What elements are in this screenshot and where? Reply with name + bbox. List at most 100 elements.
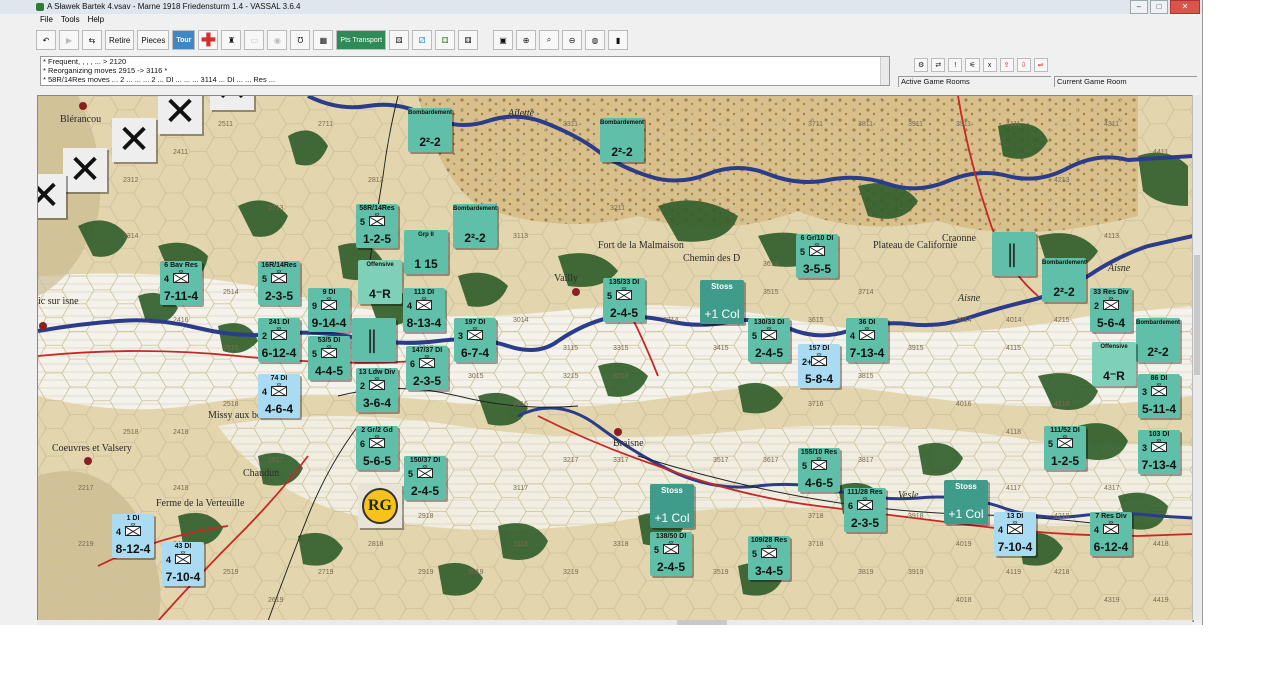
unit-name: 113 DI	[413, 289, 435, 296]
step-forward-button[interactable]: ▶	[59, 30, 79, 50]
game-map[interactable]: 2511 2411 2312 2711 2813 3311 2713 3 113 …	[37, 95, 1194, 622]
unit-counter[interactable]: 109/28 Res xx 5 3-4-5	[748, 536, 790, 580]
casualties-button[interactable]: ✚	[198, 30, 219, 50]
tour-button[interactable]: Tour	[172, 30, 196, 50]
download-button[interactable]: ⇩	[1016, 58, 1031, 72]
unit-counter[interactable]: 135/33 DI xx 5 2-4-5	[603, 278, 645, 322]
air-group-marker[interactable]: Grp II 1 15	[404, 230, 448, 274]
dice-grey-button[interactable]: ⚅	[458, 30, 479, 50]
bombardment-marker[interactable]: Bombardement 2²-2	[408, 108, 452, 152]
unit-stats: 5-6-4	[1096, 316, 1125, 330]
stoss-marker[interactable]: Stoss +1 Col	[650, 484, 694, 528]
connect-button[interactable]: ⚙	[914, 58, 929, 72]
unit-counter[interactable]: 33 Res Div xx 2 5-6-4	[1090, 288, 1132, 332]
unit-counter[interactable]: 6 Bav Res xx 4 7-11-4	[160, 261, 202, 305]
sync-button[interactable]: ⇄	[931, 58, 946, 72]
disabled-circle-button[interactable]: ◉	[267, 30, 288, 50]
chat-scrollbar[interactable]	[880, 57, 889, 85]
bombardment-marker[interactable]: Bombardement 2²-2	[453, 204, 497, 248]
flip-arrows-button[interactable]: ⇆	[82, 30, 102, 50]
magnet-button[interactable]: Ʊ	[290, 30, 311, 50]
bombardment-marker[interactable]: Bombardement 2²-2	[1042, 258, 1086, 302]
upload-button[interactable]: ⇪	[999, 58, 1014, 72]
town-dot	[572, 288, 580, 296]
unit-counter[interactable]: 111/28 Res xx 6 2-3-5	[844, 488, 886, 532]
pieces-button[interactable]: Pieces	[137, 30, 170, 50]
unit-counter[interactable]: 241 DI xx 2 6-12-4	[258, 318, 300, 362]
unit-counter[interactable]: 43 DI xx 4 7-10-4	[162, 542, 204, 586]
unit-counter[interactable]: 197 DI xx 3 6-7-4	[454, 318, 496, 362]
eliminated-marker[interactable]: ✕	[63, 148, 107, 192]
alert-button[interactable]: !	[948, 58, 963, 72]
unit-counter[interactable]: 138/50 DI xx 5 2-4-5	[650, 532, 692, 576]
unit-counter[interactable]: 1 DI xx 4 8-12-4	[112, 514, 154, 558]
filter-button[interactable]: ⚟	[965, 58, 980, 72]
unit-counter[interactable]: 13 DI xx 4 7-10-4	[994, 512, 1036, 556]
chat-log[interactable]: * Frequent, , , , ... > 2120 * Reorganiz…	[40, 56, 890, 86]
unit-counter[interactable]: 113 DI xx 4 8-13-4	[403, 288, 445, 332]
unit-counter[interactable]: 13 Ldw Div xx 2 3-6-4	[356, 368, 398, 412]
unit-counter[interactable]: 16R/14Res xx 5 2-3-5	[258, 261, 300, 305]
change-room-button[interactable]: ⇌	[1033, 58, 1048, 72]
unit-counter[interactable]: 7 Res Div xx 4 6-12-4	[1090, 512, 1132, 556]
dice-white-button[interactable]: ⚄	[389, 30, 410, 50]
close-button[interactable]: ✕	[1170, 0, 1200, 14]
unit-counter[interactable]: 9 DI xx 9 9-14-4	[308, 288, 350, 332]
active-game-rooms-label[interactable]: Active Game Rooms	[898, 76, 1051, 87]
zoom-out-button[interactable]: ⊖	[562, 30, 583, 50]
stoss-marker[interactable]: Stoss +1 Col	[700, 280, 744, 324]
kick-button[interactable]: x	[982, 58, 997, 72]
current-game-room-label[interactable]: Current Game Room	[1054, 76, 1197, 87]
bombardment-marker[interactable]: Bombardement 2²-2	[1136, 318, 1180, 362]
unit-counter[interactable]: 130/33 DI xx 5 2-4-5	[748, 318, 790, 362]
minimize-button[interactable]: –	[1130, 0, 1148, 14]
scroll-thumb[interactable]	[1194, 255, 1200, 375]
eliminated-marker[interactable]: ✕	[158, 96, 202, 134]
scroll-thumb[interactable]	[677, 620, 727, 625]
menu-help[interactable]: Help	[88, 14, 104, 26]
offensive-marker[interactable]: Offensive 4⁻R	[358, 260, 402, 304]
bombardment-marker[interactable]: Bombardement 2²-2	[600, 118, 644, 162]
unit-counter[interactable]: 155/10 Res xx 5 4-6-5	[798, 448, 840, 492]
unit-counter[interactable]: 157 DI xx 2+ 5-8-4	[798, 344, 840, 388]
dice-green-button[interactable]: ⚃	[435, 30, 456, 50]
unit-counter[interactable]: 53/5 DI xx 5 4-4-5	[308, 336, 350, 380]
eliminated-marker[interactable]: ✕	[38, 174, 66, 218]
hq-marker[interactable]: ∥	[992, 232, 1036, 276]
eliminated-marker[interactable]: ✕	[210, 96, 254, 110]
hq-marker[interactable]: ∥	[352, 318, 396, 362]
map-overlay-button[interactable]: ▦	[313, 30, 334, 50]
counter-info-button[interactable]: ▮	[608, 30, 629, 50]
unit-counter[interactable]: 2 Gr/2 Gd xx 6 5-6-5	[356, 426, 398, 470]
undo-button[interactable]: ↶	[36, 30, 56, 50]
screenshot-button[interactable]: ▣	[493, 30, 514, 50]
unit-counter[interactable]: 58R/14Res xx 5 1-2-5	[356, 204, 398, 248]
unit-counter[interactable]: 150/37 DI xx 5 2-4-5	[404, 456, 446, 500]
maximize-button[interactable]: □	[1150, 0, 1168, 14]
retire-button[interactable]: Retire	[105, 30, 135, 50]
unit-counter[interactable]: 6 Gr/10 DI xx 5 3-5-5	[796, 234, 838, 278]
zoom-in-button[interactable]: ⊕	[516, 30, 537, 50]
hex-number: 2219	[78, 541, 94, 548]
unit-counter[interactable]: 36 DI xx 4 7-13-4	[846, 318, 888, 362]
overview-button[interactable]: ◍	[585, 30, 606, 50]
stoss-marker[interactable]: Stoss +1 Col	[944, 480, 988, 524]
hex-number: 3216	[613, 373, 629, 380]
map-horizontal-scrollbar[interactable]	[37, 620, 1192, 625]
disabled-tool-button[interactable]: ▭	[244, 30, 265, 50]
unit-counter[interactable]: 86 DI xx 3 5-11-4	[1138, 374, 1180, 418]
unit-counter[interactable]: 111/52 DI xx 5 1-2-5	[1044, 426, 1086, 470]
rg-marker[interactable]: RG	[358, 484, 402, 528]
offensive-marker[interactable]: Offensive 4⁻R	[1092, 342, 1136, 386]
unit-counter[interactable]: 147/37 DI xx 6 2-3-5	[406, 346, 448, 390]
menu-file[interactable]: File	[40, 14, 53, 26]
unit-counter[interactable]: 74 DI xx 4 4-6-4	[258, 374, 300, 418]
reinforcements-button[interactable]: ♜	[221, 30, 242, 50]
map-vertical-scrollbar[interactable]	[1192, 95, 1201, 620]
pts-transport-button[interactable]: Pts Transport	[336, 30, 387, 50]
menu-tools[interactable]: Tools	[61, 14, 80, 26]
eliminated-marker[interactable]: ✕	[112, 118, 156, 162]
zoom-select-button[interactable]: ⌕	[539, 30, 560, 50]
unit-counter[interactable]: 103 DI xx 3 7-13-4	[1138, 430, 1180, 474]
dice-blue-button[interactable]: ⚂	[412, 30, 433, 50]
